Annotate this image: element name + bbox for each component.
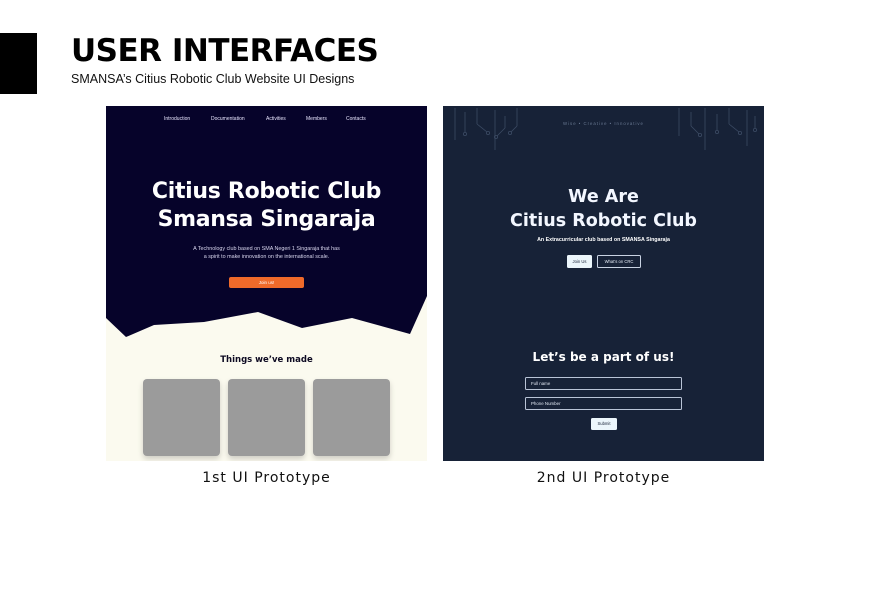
- phone-number-field[interactable]: Phone Number: [525, 397, 682, 410]
- project-card[interactable]: [313, 379, 390, 456]
- project-card[interactable]: [143, 379, 220, 456]
- hero-title-line-2: Citius Robotic Club: [510, 211, 697, 231]
- nav-item-documentation[interactable]: Documentation: [211, 116, 245, 122]
- section-title: Things we’ve made: [220, 355, 313, 365]
- cta-title: Let’s be a part of us!: [532, 350, 675, 364]
- full-name-field[interactable]: Full name: [525, 377, 682, 390]
- hero-description-line-2: a spirit to make innovation on the inter…: [203, 254, 330, 260]
- submit-button[interactable]: Submit: [591, 418, 617, 430]
- page-subtitle: SMANSA’s Citius Robotic Club Website UI …: [71, 72, 355, 86]
- project-card[interactable]: [228, 379, 305, 456]
- join-us-button[interactable]: Join us!: [229, 277, 304, 288]
- prototype-1-caption: 1st UI Prototype: [202, 470, 331, 486]
- page-title: USER INTERFACES: [71, 33, 379, 69]
- prototype-2-screenshot: Wise • Creative • Innovative We Are Citi…: [443, 106, 764, 461]
- join-us-button[interactable]: Join Us: [567, 255, 592, 268]
- hero-subtitle: An Extracurricular club based on SMANSA …: [537, 237, 670, 243]
- nav-item-contacts[interactable]: Contacts: [346, 116, 366, 122]
- hero-title: We Are Citius Robotic Club: [443, 185, 764, 233]
- hero-title-line-2: Smansa Singaraja: [157, 207, 376, 232]
- prototype-2-caption: 2nd UI Prototype: [536, 470, 671, 486]
- hero-title: Citius Robotic Club Smansa Singaraja: [106, 178, 427, 234]
- accent-block: [0, 33, 37, 94]
- hero-description-line-1: A Technology club based on SMA Negeri 1 …: [193, 246, 340, 252]
- nav-item-activities[interactable]: Activities: [266, 116, 286, 122]
- hero-title-line-1: We Are: [568, 187, 639, 207]
- nav-item-introduction[interactable]: Introduction: [164, 116, 190, 122]
- nav-item-members[interactable]: Members: [306, 116, 327, 122]
- hero-title-line-1: Citius Robotic Club: [151, 179, 382, 204]
- hero-description: A Technology club based on SMA Negeri 1 …: [166, 245, 367, 261]
- circuit-decoration: [454, 108, 757, 150]
- whats-on-crc-button[interactable]: What’s on CRC: [597, 255, 641, 268]
- tagline: Wise • Creative • Innovative: [563, 121, 644, 126]
- prototype-1-screenshot: Introduction Documentation Activities Me…: [106, 106, 427, 461]
